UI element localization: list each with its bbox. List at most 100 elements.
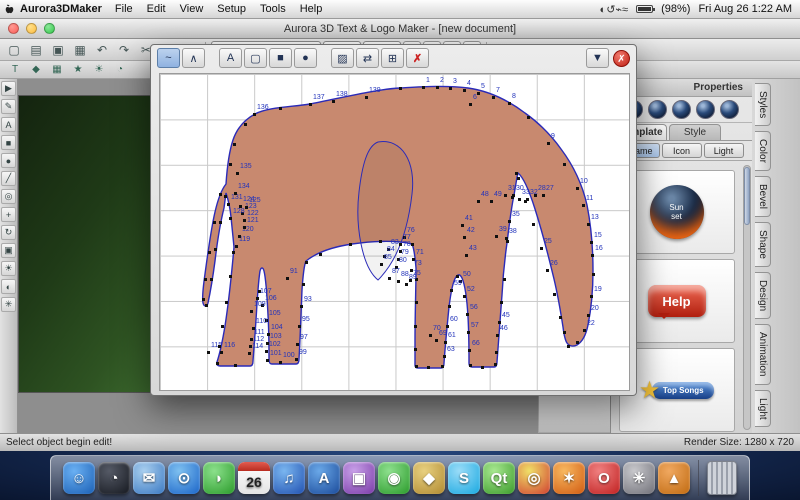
dock-item-qt-creator[interactable]: Qt xyxy=(483,462,515,494)
redo-icon[interactable]: ↷ xyxy=(114,41,134,59)
vertex-handle[interactable] xyxy=(547,142,550,145)
polyline-tool[interactable]: ∧ xyxy=(182,48,205,68)
vertex-handle[interactable] xyxy=(224,195,227,198)
sphere-style-5[interactable] xyxy=(720,100,739,119)
menu-view[interactable]: View xyxy=(180,3,204,15)
vertex-handle[interactable] xyxy=(397,280,400,283)
vertex-handle[interactable] xyxy=(227,203,230,206)
vertex-handle[interactable] xyxy=(220,351,223,354)
undo-icon[interactable]: ↶ xyxy=(92,41,112,59)
vertex-handle[interactable] xyxy=(411,243,414,246)
dock-item-facetime[interactable]: ◉ xyxy=(378,462,410,494)
vertex-handle[interactable] xyxy=(481,366,484,369)
rotate-tool[interactable]: ↻ xyxy=(1,225,16,240)
side-tab-bevel[interactable]: Bevel xyxy=(755,176,771,217)
vertex-handle[interactable] xyxy=(216,362,219,365)
vertex-handle[interactable] xyxy=(534,194,537,197)
menu-help[interactable]: Help xyxy=(300,3,323,15)
shape-edit-canvas[interactable]: 1371381391234567891011131516192022262535… xyxy=(159,73,630,391)
tab-style[interactable]: Style xyxy=(669,124,721,140)
vertex-handle[interactable] xyxy=(233,143,236,146)
vertex-handle[interactable] xyxy=(415,301,418,304)
dock-item-calendar[interactable]: 26 xyxy=(238,462,270,494)
menu-bar-clock[interactable]: Fri Aug 26 1:22 AM xyxy=(698,3,792,15)
vertex-handle[interactable] xyxy=(443,355,446,358)
select-tool[interactable]: ▶ xyxy=(1,81,16,96)
dock-item-messages[interactable]: ◗ xyxy=(203,462,235,494)
dock-item-itunes[interactable]: ♫ xyxy=(273,462,305,494)
vertex-handle[interactable] xyxy=(266,342,269,345)
side-tab-color[interactable]: Color xyxy=(755,131,771,171)
vertex-handle[interactable] xyxy=(379,240,382,243)
add-chart-icon[interactable]: ◔ xyxy=(111,62,129,77)
vertex-handle[interactable] xyxy=(583,329,586,332)
dock-item-mail[interactable]: ✉ xyxy=(133,462,165,494)
vertex-handle[interactable] xyxy=(208,251,211,254)
line-tool[interactable]: ╱ xyxy=(1,171,16,186)
vertex-handle[interactable] xyxy=(236,172,239,175)
vertex-handle[interactable] xyxy=(504,194,507,197)
sphere-style-2[interactable] xyxy=(648,100,667,119)
vertex-handle[interactable] xyxy=(435,339,438,342)
vertex-handle[interactable] xyxy=(505,237,508,240)
subtab-icon[interactable]: Icon xyxy=(662,143,702,158)
vertex-handle[interactable] xyxy=(300,305,303,308)
dock-item-skype[interactable]: S xyxy=(448,462,480,494)
curve-tool[interactable]: ~ xyxy=(157,48,180,68)
vertex-handle[interactable] xyxy=(590,241,593,244)
vertex-handle[interactable] xyxy=(422,86,425,89)
vertex-handle[interactable] xyxy=(235,245,238,248)
vertex-handle[interactable] xyxy=(225,301,228,304)
dock-item-safari[interactable]: ⊙ xyxy=(168,462,200,494)
rounded-rect-tool[interactable]: ▢ xyxy=(244,48,267,68)
vertex-handle[interactable] xyxy=(517,177,520,180)
vertex-handle[interactable] xyxy=(245,206,248,209)
export-icon[interactable]: ▦ xyxy=(70,41,90,59)
vertex-handle[interactable] xyxy=(414,325,417,328)
vertex-handle[interactable] xyxy=(444,341,447,344)
vertex-handle[interactable] xyxy=(563,331,566,334)
vertex-handle[interactable] xyxy=(559,316,562,319)
rect-tool[interactable]: ■ xyxy=(1,135,16,150)
vertex-handle[interactable] xyxy=(210,278,213,281)
material-tool[interactable]: ◐ xyxy=(1,279,16,294)
vertex-handle[interactable] xyxy=(576,341,579,344)
add-image-icon[interactable]: ▦ xyxy=(48,62,66,77)
vertex-handle[interactable] xyxy=(219,193,222,196)
vertex-handle[interactable] xyxy=(495,351,498,354)
apply-save-button[interactable]: ▼ xyxy=(586,48,609,68)
fill-tool[interactable]: ▨ xyxy=(331,48,354,68)
vertex-handle[interactable] xyxy=(380,263,383,266)
vertex-handle[interactable] xyxy=(296,343,299,346)
vertex-handle[interactable] xyxy=(465,254,468,257)
add-shape-icon[interactable]: ◆ xyxy=(27,62,45,77)
vertex-handle[interactable] xyxy=(468,349,471,352)
vertex-handle[interactable] xyxy=(388,277,391,280)
vertex-handle[interactable] xyxy=(229,275,232,278)
vertex-handle[interactable] xyxy=(553,293,556,296)
vertex-handle[interactable] xyxy=(506,240,509,243)
rect-tool[interactable]: ■ xyxy=(269,48,292,68)
sphere-style-4[interactable] xyxy=(696,100,715,119)
light-tool[interactable]: ☀ xyxy=(1,261,16,276)
dock-item-finder[interactable]: ☺ xyxy=(63,462,95,494)
vertex-handle[interactable] xyxy=(567,345,570,348)
vertex-handle[interactable] xyxy=(204,278,207,281)
add-light-icon[interactable]: ☀ xyxy=(90,62,108,77)
zoom-tool[interactable]: ◎ xyxy=(1,189,16,204)
vertex-handle[interactable] xyxy=(305,261,308,264)
dock-item-firefox[interactable]: ✶ xyxy=(553,462,585,494)
dock-item-dashboard[interactable]: ◔ xyxy=(98,462,130,494)
vertex-handle[interactable] xyxy=(508,220,511,223)
vertex-handle[interactable] xyxy=(202,298,205,301)
vertex-handle[interactable] xyxy=(207,351,210,354)
dialog-close-button[interactable]: ✗ xyxy=(613,50,630,67)
dock-item-game-center[interactable]: ◆ xyxy=(413,462,445,494)
vertex-handle[interactable] xyxy=(527,116,530,119)
side-tab-shape[interactable]: Shape xyxy=(755,222,771,267)
apple-menu-icon[interactable] xyxy=(0,3,18,16)
vertex-handle[interactable] xyxy=(243,226,246,229)
add-text-icon[interactable]: T xyxy=(6,62,24,77)
vertex-handle[interactable] xyxy=(463,236,466,239)
vertex-handle[interactable] xyxy=(500,301,503,304)
